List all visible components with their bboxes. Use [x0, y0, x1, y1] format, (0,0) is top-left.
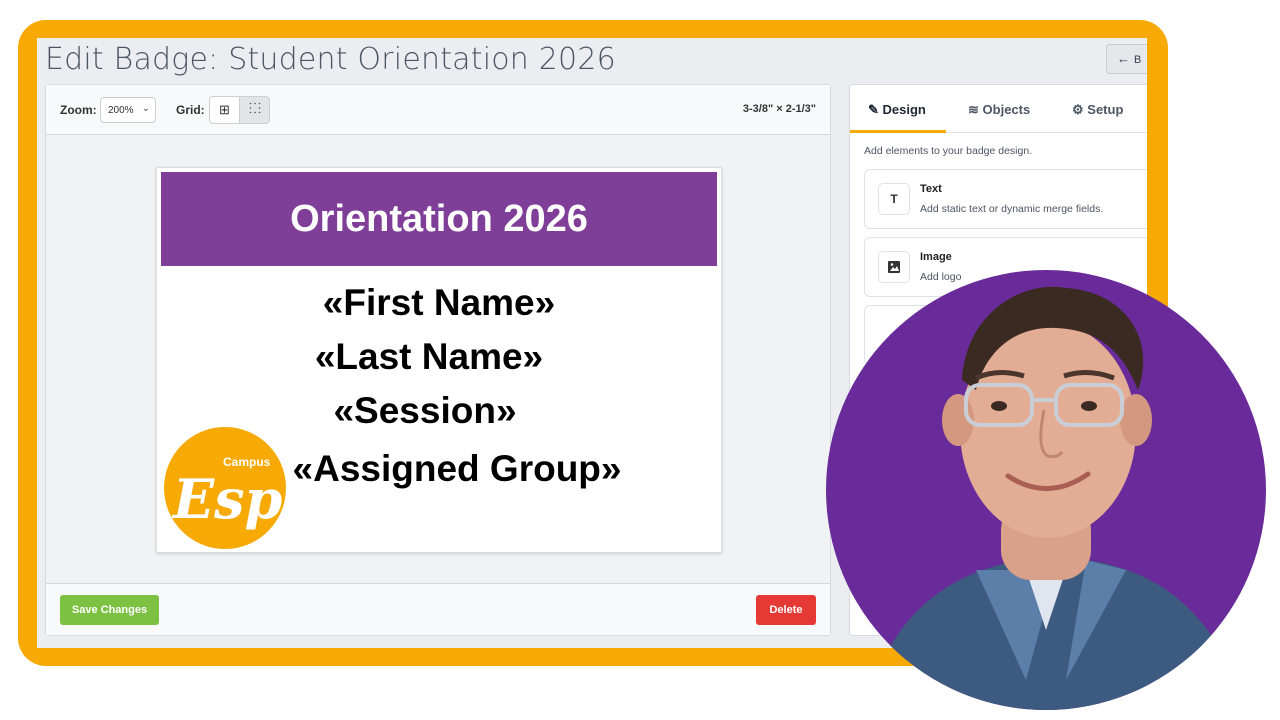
tab-setup[interactable]: ⚙ Setup: [1072, 102, 1123, 118]
grid-dots-icon: [249, 102, 260, 114]
arrow-left-icon: ←: [1117, 51, 1130, 66]
tab-design-label: Design: [882, 102, 926, 117]
field-last-name[interactable]: «Last Name»: [147, 336, 711, 378]
editor-footer: Save Changes Delete: [46, 583, 830, 635]
badge-editor: Zoom: 200% ⌄ Grid: ⊞ 3-3/8" × 2-1/3" Ori…: [45, 84, 831, 636]
editor-toolbar: Zoom: 200% ⌄ Grid: ⊞ 3-3/8" × 2-1/3": [46, 85, 830, 135]
save-button[interactable]: Save Changes: [60, 595, 159, 625]
badge-dimensions: 3-3/8" × 2-1/3": [742, 103, 816, 115]
chevron-down-icon: ⌄: [141, 103, 150, 114]
field-assigned-group[interactable]: «Assigned Group»: [237, 448, 677, 490]
field-first-name[interactable]: «First Name»: [157, 282, 721, 324]
card-title: Image: [920, 251, 952, 263]
tab-objects[interactable]: ≋ Objects: [968, 102, 1030, 118]
grid-lines-button[interactable]: ⊞: [209, 96, 240, 124]
gear-icon: ⚙: [1072, 102, 1084, 117]
add-text-card[interactable]: T Text Add static text or dynamic merge …: [864, 169, 1147, 229]
tab-objects-label: Objects: [982, 102, 1031, 117]
delete-button[interactable]: Delete: [756, 595, 816, 625]
zoom-value: 200%: [108, 105, 134, 116]
presenter-illustration: [866, 286, 1246, 710]
side-tabs: ✎ Design ≋ Objects ⚙ Setup: [850, 85, 1147, 133]
image-icon: [878, 251, 910, 283]
active-tab-indicator: [850, 130, 946, 133]
card-description: Add static text or dynamic merge fields.: [920, 203, 1104, 215]
design-hint: Add elements to your badge design.: [864, 145, 1033, 157]
back-button-label: B: [1134, 54, 1142, 66]
layers-icon: ≋: [968, 102, 979, 117]
tab-design[interactable]: ✎ Design: [868, 102, 926, 118]
badge-canvas[interactable]: Orientation 2026 «First Name» «Last Name…: [156, 167, 722, 553]
badge-header[interactable]: Orientation 2026: [161, 172, 717, 266]
zoom-label: Zoom:: [60, 103, 97, 117]
zoom-select[interactable]: 200% ⌄: [100, 97, 156, 123]
tab-setup-label: Setup: [1087, 102, 1124, 117]
card-description: Add logo: [920, 271, 962, 283]
campus-esp-logo[interactable]: Campus Esp: [163, 426, 287, 550]
grid-label: Grid:: [176, 103, 205, 117]
card-title: Text: [920, 183, 942, 195]
back-button[interactable]: ← B: [1106, 44, 1147, 74]
pencil-icon: ✎: [868, 102, 879, 117]
grid-dots-button[interactable]: [239, 96, 270, 124]
grid-lines-icon: ⊞: [219, 102, 230, 117]
presenter-photo: [826, 270, 1266, 710]
svg-text:Esp: Esp: [171, 467, 283, 531]
page-title: Edit Badge: Student Orientation 2026: [45, 42, 616, 77]
text-icon: T: [878, 183, 910, 215]
